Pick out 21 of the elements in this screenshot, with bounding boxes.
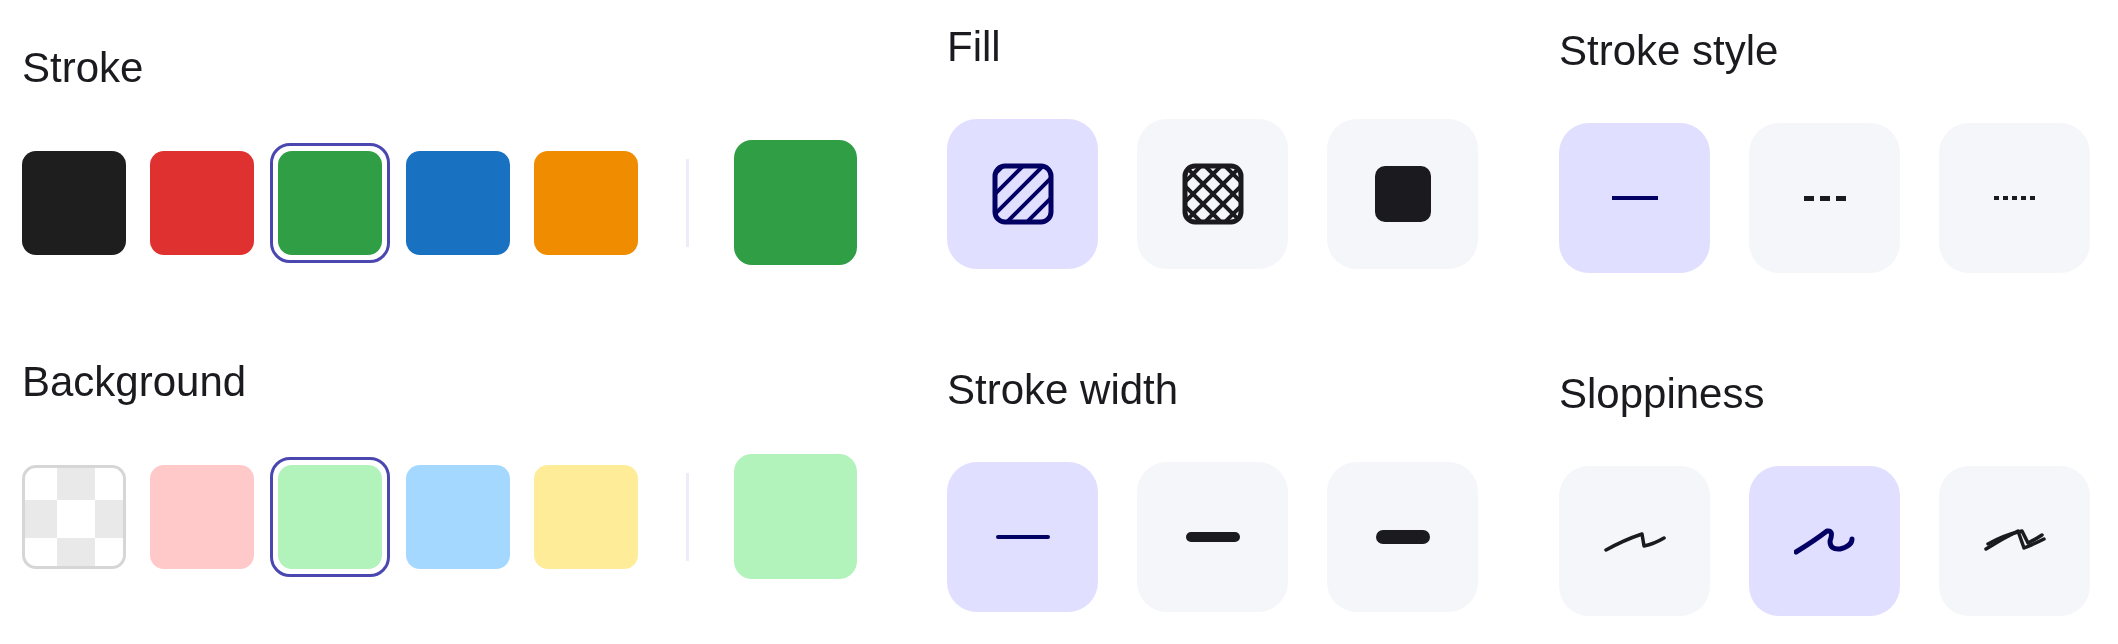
- crosshatched-square-icon: [1181, 163, 1244, 225]
- option-button[interactable]: [1327, 119, 1478, 269]
- squiggle-icon: [1793, 527, 1856, 555]
- hatched-square-icon: [991, 163, 1054, 225]
- option-button[interactable]: [1327, 462, 1478, 612]
- section-label: Fill: [947, 22, 1001, 72]
- section-label: Stroke style: [1559, 26, 1779, 76]
- squiggle-icon: [1603, 529, 1666, 553]
- color-swatch[interactable]: [270, 142, 390, 263]
- option-button[interactable]: [1137, 462, 1288, 612]
- color-swatch[interactable]: [270, 456, 390, 577]
- section-label: Background: [21, 357, 247, 407]
- section-label: Sloppiness: [1559, 369, 1765, 419]
- option-button[interactable]: [1137, 119, 1288, 269]
- current-color-swatch[interactable]: [734, 140, 857, 265]
- dotted-line-icon: [1993, 196, 2036, 200]
- option-button[interactable]: [947, 119, 1098, 269]
- section-label: Stroke width: [947, 365, 1179, 415]
- current-color-swatch[interactable]: [734, 454, 857, 579]
- section-label: Stroke: [21, 43, 144, 93]
- dashed-line-icon: [1803, 195, 1846, 201]
